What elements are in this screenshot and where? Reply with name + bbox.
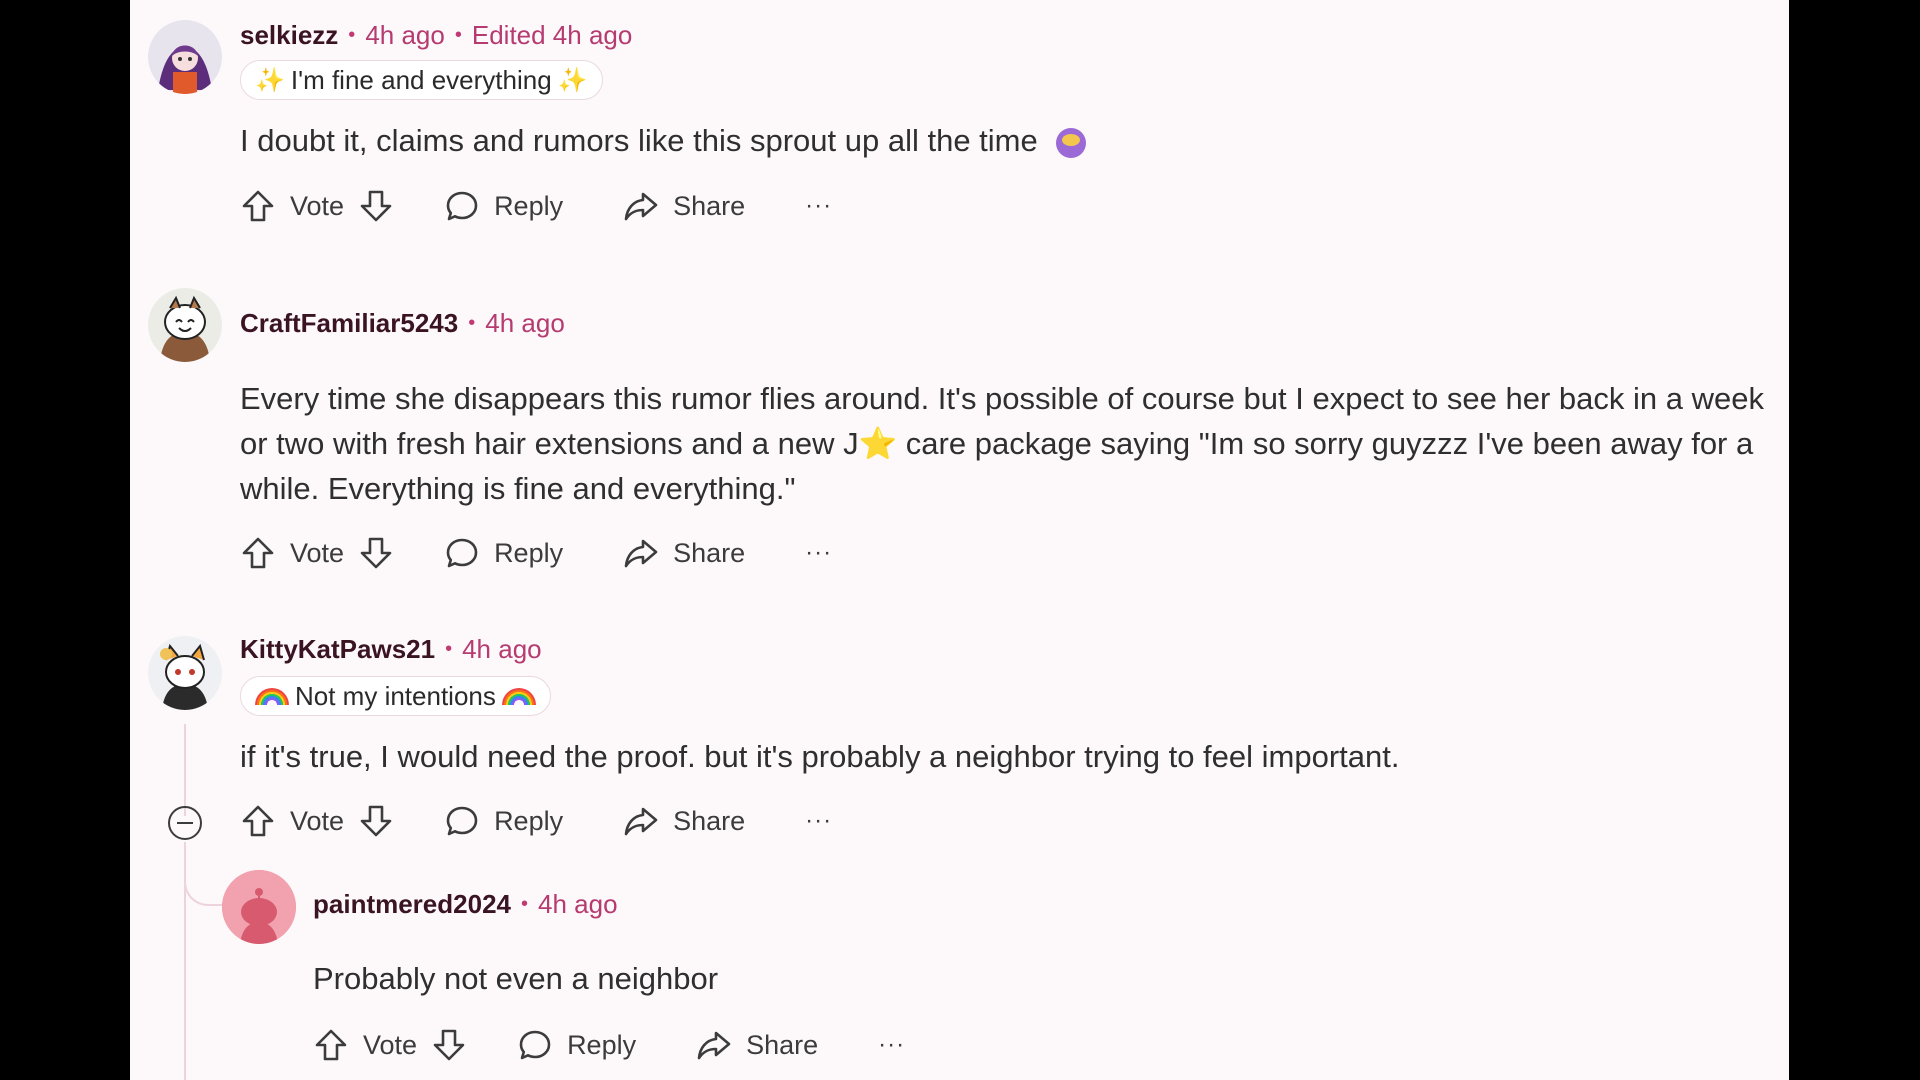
thread-line[interactable] bbox=[184, 724, 186, 816]
vote-label: Vote bbox=[290, 805, 345, 836]
flair-text: I'm fine and everything bbox=[290, 64, 552, 95]
share-label: Share bbox=[673, 190, 746, 221]
collapse-thread-button[interactable] bbox=[168, 806, 202, 840]
reply-button[interactable]: Reply bbox=[444, 803, 563, 839]
more-options-button[interactable]: ··· bbox=[805, 539, 832, 567]
downvote-icon[interactable] bbox=[358, 188, 394, 224]
comment-body: Every time she disappears this rumor fli… bbox=[240, 376, 1780, 511]
comment-text: I doubt it, claims and rumors like this … bbox=[240, 123, 1038, 158]
username[interactable]: selkiezz bbox=[240, 20, 338, 51]
sparkles-icon: ✨ bbox=[557, 66, 588, 94]
reply-label: Reply bbox=[494, 805, 564, 836]
username[interactable]: KittyKatPaws21 bbox=[240, 634, 435, 665]
avatar[interactable] bbox=[222, 870, 296, 944]
user-flair: Not my intentions bbox=[240, 676, 551, 716]
comment-text: Every time she disappears this rumor fli… bbox=[240, 381, 1764, 506]
downvote-icon[interactable] bbox=[358, 803, 394, 839]
upvote-icon[interactable] bbox=[240, 803, 276, 839]
reply-connector bbox=[184, 842, 222, 906]
share-arrow-icon bbox=[623, 535, 659, 571]
separator-dot: • bbox=[348, 24, 356, 46]
reply-label: Reply bbox=[494, 190, 564, 221]
separator-dot: • bbox=[468, 312, 476, 334]
more-options-button[interactable]: ··· bbox=[878, 1031, 905, 1059]
comments-panel: selkiezz • 4h ago • Edited 4h ago ✨ I'm … bbox=[130, 0, 1789, 1080]
comment-text: if it's true, I would need the proof. bu… bbox=[240, 739, 1400, 774]
comment-actions: Vote Reply Share ··· bbox=[240, 803, 832, 839]
upvote-icon[interactable] bbox=[240, 188, 276, 224]
user-flair: ✨ I'm fine and everything ✨ bbox=[240, 60, 603, 100]
downvote-icon[interactable] bbox=[358, 535, 394, 571]
comment-bubble-icon bbox=[444, 188, 480, 224]
sparkles-icon: ✨ bbox=[255, 66, 285, 94]
comment-bubble-icon bbox=[517, 1027, 553, 1063]
reply-button[interactable]: Reply bbox=[444, 535, 563, 571]
rainbow-icon bbox=[501, 687, 536, 705]
share-arrow-icon bbox=[623, 803, 659, 839]
comment-actions: Vote Reply Share ··· bbox=[313, 1027, 905, 1063]
vote-group: Vote bbox=[313, 1027, 467, 1063]
share-label: Share bbox=[746, 1029, 819, 1060]
share-label: Share bbox=[673, 537, 746, 568]
vote-group: Vote bbox=[240, 535, 394, 571]
downvote-icon[interactable] bbox=[431, 1027, 467, 1063]
timestamp[interactable]: 4h ago bbox=[462, 634, 542, 665]
reply-label: Reply bbox=[494, 537, 564, 568]
share-button[interactable]: Share bbox=[696, 1027, 818, 1063]
share-button[interactable]: Share bbox=[623, 188, 745, 224]
separator-dot: • bbox=[454, 24, 462, 46]
reply-button[interactable]: Reply bbox=[444, 188, 563, 224]
timestamp[interactable]: 4h ago bbox=[485, 308, 565, 339]
edited-label: Edited 4h ago bbox=[471, 20, 633, 50]
comment-actions: Vote Reply Share ··· bbox=[240, 188, 832, 224]
comment-body: if it's true, I would need the proof. bu… bbox=[240, 734, 1740, 779]
comment-bubble-icon bbox=[444, 803, 480, 839]
separator-dot: • bbox=[445, 638, 453, 660]
comment-actions: Vote Reply Share ··· bbox=[240, 535, 832, 571]
comment-text: Probably not even a neighbor bbox=[313, 961, 719, 996]
vote-group: Vote bbox=[240, 188, 394, 224]
more-options-button[interactable]: ··· bbox=[805, 807, 832, 835]
rainbow-icon bbox=[255, 687, 289, 705]
avatar[interactable] bbox=[148, 20, 222, 94]
share-label: Share bbox=[673, 805, 746, 836]
vote-group: Vote bbox=[240, 803, 394, 839]
share-arrow-icon bbox=[623, 188, 659, 224]
shrug-emote-icon bbox=[1056, 127, 1087, 158]
upvote-icon[interactable] bbox=[313, 1027, 349, 1063]
timestamp[interactable]: 4h ago bbox=[365, 20, 445, 51]
comment-body: Probably not even a neighbor bbox=[313, 956, 1713, 1001]
share-button[interactable]: Share bbox=[623, 535, 745, 571]
username[interactable]: paintmered2024 bbox=[313, 889, 511, 920]
vote-label: Vote bbox=[363, 1029, 418, 1060]
reply-label: Reply bbox=[567, 1029, 637, 1060]
comment-body: I doubt it, claims and rumors like this … bbox=[240, 118, 1740, 163]
flair-text: Not my intentions bbox=[295, 680, 496, 711]
more-options-button[interactable]: ··· bbox=[805, 192, 832, 220]
avatar[interactable] bbox=[148, 288, 222, 362]
comment-bubble-icon bbox=[444, 535, 480, 571]
vote-label: Vote bbox=[290, 537, 345, 568]
share-button[interactable]: Share bbox=[623, 803, 745, 839]
share-arrow-icon bbox=[696, 1027, 732, 1063]
vote-label: Vote bbox=[290, 190, 345, 221]
separator-dot: • bbox=[520, 893, 528, 915]
avatar[interactable] bbox=[148, 636, 222, 710]
upvote-icon[interactable] bbox=[240, 535, 276, 571]
username[interactable]: CraftFamiliar5243 bbox=[240, 308, 458, 339]
timestamp[interactable]: 4h ago bbox=[538, 889, 618, 920]
reply-button[interactable]: Reply bbox=[517, 1027, 636, 1063]
